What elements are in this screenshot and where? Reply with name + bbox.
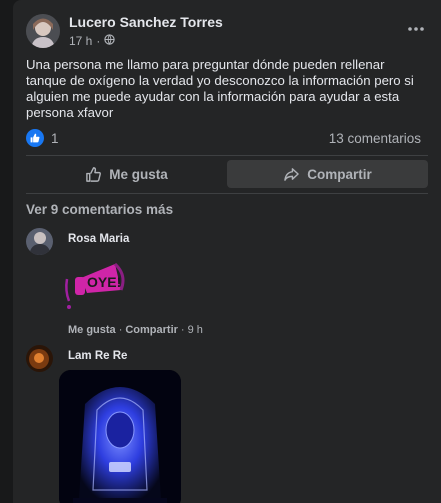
share-button[interactable]: Compartir bbox=[227, 160, 428, 188]
comment-author[interactable]: Lam Re Re bbox=[68, 350, 127, 362]
post-text: Una persona me llamo para preguntar dónd… bbox=[26, 57, 414, 120]
oye-megaphone-sticker: OYE! bbox=[57, 257, 129, 317]
author-name[interactable]: Lucero Sanchez Torres bbox=[69, 14, 223, 31]
comment-author[interactable]: Rosa Maria bbox=[68, 233, 129, 245]
globe-icon bbox=[104, 34, 116, 48]
sticker-text: OYE! bbox=[87, 274, 121, 290]
divider bbox=[26, 155, 428, 156]
more-options-icon[interactable] bbox=[403, 18, 429, 40]
post-meta: 17 h · bbox=[69, 34, 223, 48]
post-header: Lucero Sanchez Torres 17 h · bbox=[26, 14, 223, 48]
commenter-avatar[interactable] bbox=[26, 228, 53, 255]
post-time[interactable]: 17 h bbox=[69, 34, 92, 48]
comment-actions-separator: · bbox=[118, 324, 123, 336]
post-card: Lucero Sanchez Torres 17 h · Una persona… bbox=[13, 0, 441, 503]
like-button[interactable]: Me gusta bbox=[26, 160, 227, 188]
share-icon bbox=[284, 167, 299, 181]
comment-like-button[interactable]: Me gusta bbox=[68, 324, 116, 336]
like-icon bbox=[26, 129, 44, 147]
meta-separator: · bbox=[96, 34, 101, 48]
comment-time[interactable]: 9 h bbox=[188, 324, 203, 336]
author-avatar[interactable] bbox=[26, 14, 60, 48]
share-button-label: Compartir bbox=[307, 166, 372, 182]
comment-actions: Me gusta · Compartir · 9 h bbox=[68, 324, 203, 336]
view-more-comments[interactable]: Ver 9 comentarios más bbox=[26, 202, 173, 217]
thumbs-up-icon bbox=[86, 166, 102, 182]
reaction-summary[interactable]: 1 bbox=[26, 129, 59, 147]
commenter-avatar[interactable] bbox=[26, 345, 53, 372]
siren-light-photo[interactable] bbox=[59, 370, 181, 503]
comment-actions-separator: · bbox=[180, 324, 185, 336]
comment-share-button[interactable]: Compartir bbox=[125, 324, 178, 336]
comments-count[interactable]: 13 comentarios bbox=[329, 131, 421, 146]
reaction-count: 1 bbox=[51, 130, 59, 146]
post-actions: Me gusta Compartir bbox=[26, 160, 428, 188]
like-button-label: Me gusta bbox=[109, 166, 168, 182]
divider bbox=[26, 193, 428, 194]
